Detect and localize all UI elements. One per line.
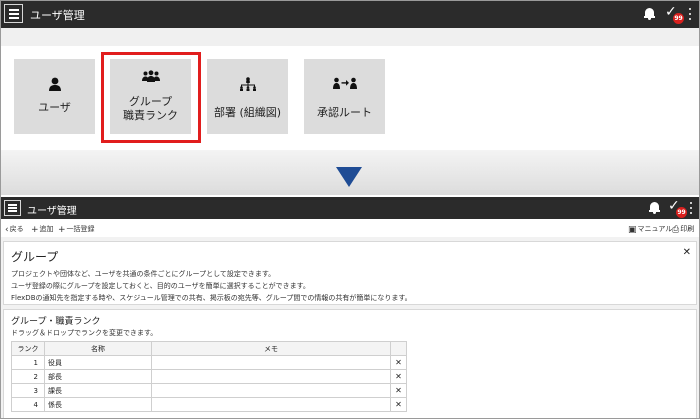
tile-user[interactable]: ユーザ: [14, 59, 95, 134]
content-area: グループ ✕ プロジェクトや団体など、ユーザを共通の条件ごとにグループとして設定…: [1, 237, 699, 418]
group-info-card: グループ ✕ プロジェクトや団体など、ユーザを共通の条件ごとにグループとして設定…: [3, 241, 697, 305]
column-header-memo: メモ: [151, 341, 391, 356]
screen-frame: ユーザ管理 ✓ 99 ユーザ グループ 職責ランク 部署 (組織図) 承認ルート…: [0, 0, 700, 419]
name-cell[interactable]: 役員: [44, 355, 152, 370]
delete-icon[interactable]: ✕: [390, 383, 407, 398]
down-arrow-icon: [336, 167, 362, 187]
memo-cell[interactable]: [151, 397, 391, 412]
rank-cell: 1: [11, 355, 45, 370]
bell-icon[interactable]: [644, 8, 655, 20]
print-link[interactable]: ⎙印刷: [672, 224, 694, 235]
table-row[interactable]: 2 部長 ✕: [11, 369, 407, 384]
table-row[interactable]: 1 役員 ✕: [11, 355, 407, 370]
card-title: グループ: [11, 250, 59, 264]
action-toolbar: ‹戻る +追加 +一括登録 ▣マニュアル ⎙印刷: [1, 219, 699, 237]
user-icon: [48, 77, 61, 91]
delete-icon[interactable]: ✕: [390, 369, 407, 384]
column-header-name: 名称: [44, 341, 152, 356]
org-chart-icon: [239, 77, 256, 91]
memo-cell[interactable]: [151, 355, 391, 370]
book-icon: ▣: [628, 225, 637, 235]
tile-department[interactable]: 部署 (組織図): [207, 59, 288, 134]
app-title: ユーザ管理: [30, 9, 85, 22]
description-line: ユーザ登録の際にグループを設定しておくと、目的のユーザを簡単に選択することができ…: [11, 282, 310, 290]
top-app-bar: ユーザ管理 ✓ 99: [1, 1, 699, 28]
instruction-text: ドラッグ＆ドロップでランクを変更できます。: [11, 329, 158, 337]
approval-route-icon: [332, 77, 357, 89]
kebab-menu-icon[interactable]: [688, 8, 692, 22]
app-title: ユーザ管理: [27, 206, 77, 217]
bell-icon[interactable]: [649, 202, 660, 214]
bulk-register-link[interactable]: +一括登録: [58, 224, 95, 235]
name-cell[interactable]: 係長: [44, 397, 152, 412]
rank-table: ランク 名称 メモ 1 役員 ✕ 2 部長 ✕ 3 課長 ✕ 4 係長 ✕: [11, 341, 407, 412]
name-cell[interactable]: 課長: [44, 383, 152, 398]
memo-cell[interactable]: [151, 383, 391, 398]
add-link[interactable]: +追加: [31, 224, 54, 235]
plus-icon: +: [31, 225, 39, 235]
selection-highlight-box: [101, 52, 201, 143]
card-title: グループ・職責ランク: [11, 317, 101, 327]
approval-check-icon[interactable]: ✓ 99: [665, 4, 685, 24]
approval-check-icon[interactable]: ✓ 99: [668, 198, 688, 218]
tile-label: 承認ルート: [317, 106, 372, 119]
table-row[interactable]: 3 課長 ✕: [11, 383, 407, 398]
table-header-row: ランク 名称 メモ: [11, 341, 407, 356]
plus-icon: +: [58, 225, 66, 235]
rank-cell: 3: [11, 383, 45, 398]
approval-badge: 99: [673, 13, 684, 24]
manual-link[interactable]: ▣マニュアル: [628, 224, 672, 235]
rank-cell: 2: [11, 369, 45, 384]
detail-app-bar: ユーザ管理 ✓ 99: [1, 197, 699, 219]
back-link[interactable]: ‹戻る: [5, 224, 24, 235]
chevron-left-icon: ‹: [5, 225, 9, 235]
table-row[interactable]: 4 係長 ✕: [11, 397, 407, 412]
delete-icon[interactable]: ✕: [390, 397, 407, 412]
column-header-rank: ランク: [11, 341, 45, 356]
hamburger-menu-icon[interactable]: [4, 4, 23, 23]
rank-card: グループ・職責ランク ドラッグ＆ドロップでランクを変更できます。 ランク 名称 …: [3, 309, 697, 418]
close-icon[interactable]: ✕: [683, 247, 691, 258]
name-cell[interactable]: 部長: [44, 369, 152, 384]
description-line: プロジェクトや団体など、ユーザを共通の条件ごとにグループとして設定できます。: [11, 270, 276, 278]
rank-cell: 4: [11, 397, 45, 412]
column-header-action: [390, 341, 407, 356]
approval-badge: 99: [676, 207, 687, 218]
tile-approval-route[interactable]: 承認ルート: [304, 59, 385, 134]
header-strip: [1, 28, 699, 46]
hamburger-menu-icon[interactable]: [4, 200, 21, 216]
tile-label: ユーザ: [38, 101, 71, 114]
kebab-menu-icon[interactable]: [689, 202, 693, 216]
description-line: FlexDBの通知先を指定する時や、スケジュール管理での共有、掲示板の宛先等、グ…: [11, 294, 412, 302]
tile-label: 部署 (組織図): [213, 106, 282, 119]
delete-icon[interactable]: ✕: [390, 355, 407, 370]
printer-icon: ⎙: [672, 225, 680, 235]
memo-cell[interactable]: [151, 369, 391, 384]
